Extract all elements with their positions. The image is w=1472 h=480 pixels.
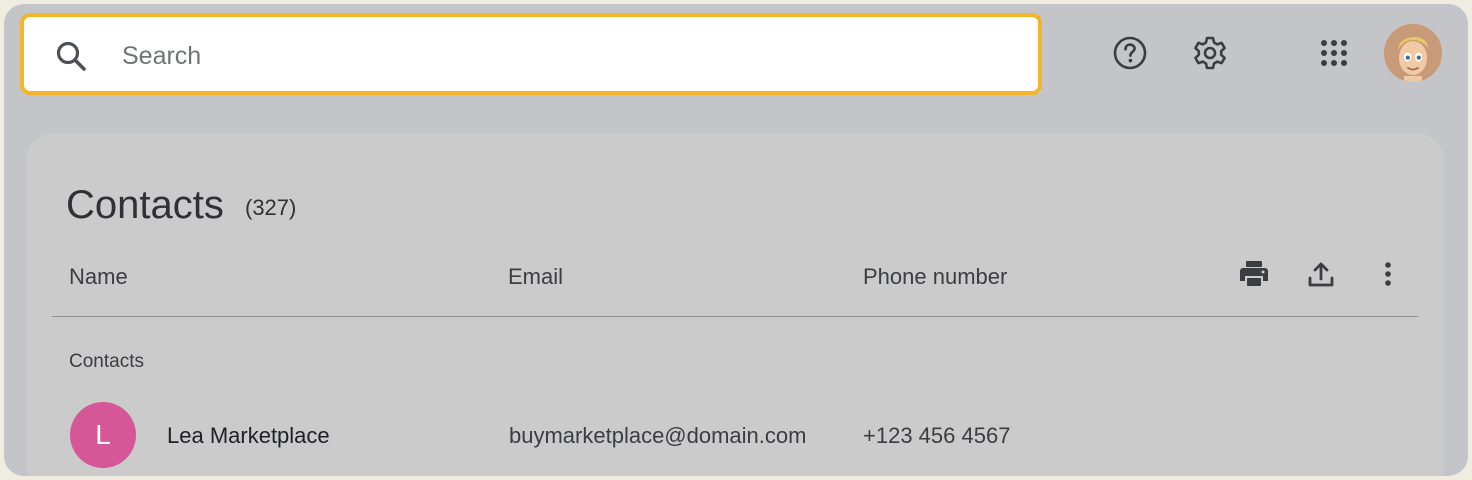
contact-count: (327)	[245, 195, 297, 220]
header-divider	[52, 316, 1418, 317]
section-label: Contacts	[69, 351, 144, 372]
column-header-phone[interactable]: Phone number	[863, 264, 1007, 290]
account-avatar[interactable]	[1384, 24, 1442, 82]
search-icon[interactable]	[54, 39, 88, 73]
settings-icon[interactable]	[1190, 33, 1230, 73]
app-window: Contacts (327) Name Email Phone number	[4, 4, 1468, 476]
contacts-panel: Contacts (327) Name Email Phone number C…	[26, 133, 1444, 476]
contact-phone[interactable]: +123 456 4567	[863, 423, 1010, 449]
page-title: Contacts	[66, 183, 224, 227]
print-icon[interactable]	[1237, 257, 1271, 291]
apps-grid-icon[interactable]	[1314, 33, 1354, 73]
more-options-icon[interactable]	[1371, 257, 1405, 291]
export-icon[interactable]	[1304, 257, 1338, 291]
column-header-name[interactable]: Name	[69, 264, 128, 290]
search-bar[interactable]	[20, 13, 1042, 95]
contact-row[interactable]: L Lea Marketplace buymarketplace@domain.…	[26, 399, 1444, 471]
contact-avatar[interactable]: L	[70, 402, 136, 468]
contact-email[interactable]: buymarketplace@domain.com	[509, 423, 806, 449]
search-input[interactable]	[120, 35, 1004, 77]
contact-name[interactable]: Lea Marketplace	[167, 423, 330, 449]
help-icon[interactable]	[1110, 33, 1150, 73]
column-header-email[interactable]: Email	[508, 264, 563, 290]
